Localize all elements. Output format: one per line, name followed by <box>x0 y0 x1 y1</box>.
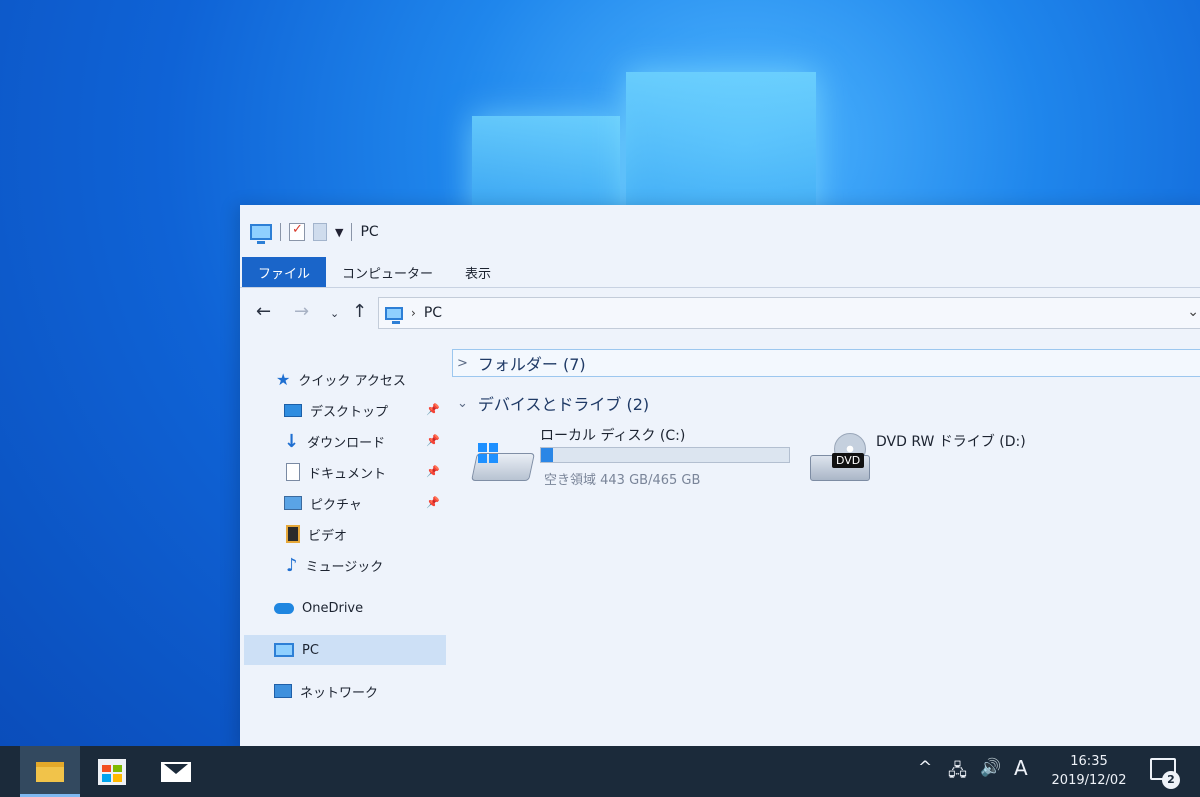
chevron-down-icon: ⌄ <box>457 395 468 411</box>
devices-group-label: デバイスとドライブ (2) <box>477 395 650 414</box>
sidebar-item-onedrive[interactable]: OneDrive <box>274 594 363 622</box>
sidebar-item-desktop[interactable]: デスクトップ <box>284 396 444 424</box>
music-icon: ♪ <box>286 554 298 576</box>
mail-icon <box>161 761 191 782</box>
drive-usage-bar <box>540 447 790 463</box>
clock-time: 16:35 <box>1070 754 1108 769</box>
forward-arrow-icon[interactable]: → <box>294 301 309 322</box>
ime-indicator[interactable]: A <box>1014 756 1028 780</box>
back-arrow-icon[interactable]: ← <box>256 301 271 322</box>
sidebar-item-videos[interactable]: ビデオ <box>286 520 347 548</box>
dvd-badge: DVD <box>832 453 865 468</box>
network-status-icon[interactable]: 🖧 <box>948 758 967 787</box>
drive-name: DVD RW ドライブ (D:) <box>876 434 1026 450</box>
ribbon-tabs: ファイル コンピューター 表示 <box>240 257 1200 287</box>
pin-icon[interactable]: 📌 <box>426 403 440 416</box>
volume-icon[interactable]: 🔊 <box>980 758 1001 778</box>
sidebar-item-label: クイック アクセス <box>298 373 406 389</box>
window-title: PC <box>360 224 379 240</box>
sidebar-item-quick-access[interactable]: ★ クイック アクセス <box>276 365 406 393</box>
sidebar-item-pictures[interactable]: ピクチャ <box>284 489 362 517</box>
notification-count-badge: 2 <box>1162 771 1180 789</box>
pin-icon[interactable]: 📌 <box>426 496 440 509</box>
sidebar-item-downloads[interactable]: ↓ ダウンロード <box>284 427 385 455</box>
download-icon: ↓ <box>284 430 300 452</box>
document-icon <box>286 463 300 481</box>
pc-icon <box>385 306 403 324</box>
pin-icon[interactable]: 📌 <box>426 434 440 447</box>
taskbar: ^ 🖧 🔊 A 16:35 2019/12/02 2 <box>0 746 1200 797</box>
store-icon <box>98 758 126 785</box>
navigation-bar: ← → ⌄ ↑ › PC ⌄ <box>240 295 1200 329</box>
pin-icon[interactable]: 📌 <box>426 465 440 478</box>
devices-group-header[interactable]: ⌄ デバイスとドライブ (2) <box>452 389 649 417</box>
sidebar-item-music[interactable]: ♪ ミュージック <box>286 551 383 579</box>
new-folder-icon[interactable] <box>313 223 327 241</box>
video-icon <box>286 525 300 543</box>
file-explorer-window: ▼ PC ファイル コンピューター 表示 ← → ⌄ ↑ › PC ⌄ ★ クイ… <box>240 205 1200 750</box>
windows-logo-icon <box>478 443 498 463</box>
folders-group-label: フォルダー (7) <box>477 355 586 374</box>
sidebar-item-network[interactable]: ネットワーク <box>274 677 378 705</box>
breadcrumb-separator-icon[interactable]: › <box>411 306 416 320</box>
clock[interactable]: 16:35 2019/12/02 <box>1044 752 1134 790</box>
drive-c[interactable]: ローカル ディスク (C:) 空き領域 443 GB/465 GB <box>471 425 802 488</box>
folders-group-header[interactable]: > フォルダー (7) <box>452 349 1200 377</box>
this-pc-icon <box>250 224 272 244</box>
recent-locations-icon[interactable]: ⌄ <box>330 307 339 320</box>
sidebar-item-label: ネットワーク <box>300 685 379 701</box>
chevron-right-icon: > <box>457 355 468 371</box>
sidebar-item-label: ダウンロード <box>307 435 386 451</box>
quick-access-toolbar: ▼ PC <box>250 222 379 244</box>
folder-icon <box>36 761 64 782</box>
taskbar-file-explorer[interactable] <box>20 746 80 797</box>
network-icon <box>274 684 292 698</box>
tab-file[interactable]: ファイル <box>242 257 327 287</box>
desktop-icon <box>284 403 302 417</box>
star-icon: ★ <box>276 369 291 389</box>
sidebar-item-documents[interactable]: ドキュメント <box>286 458 386 486</box>
sidebar-item-label: ビデオ <box>308 528 348 544</box>
sidebar-item-label: PC <box>302 642 319 658</box>
drive-name: ローカル ディスク (C:) <box>540 428 686 444</box>
sidebar-item-label: ピクチャ <box>310 497 362 513</box>
title-bar: ▼ PC <box>240 205 1200 257</box>
properties-icon[interactable] <box>289 222 305 241</box>
address-bar[interactable]: › PC ⌄ <box>378 297 1200 329</box>
show-hidden-icons-icon[interactable]: ^ <box>918 758 932 778</box>
drive-d[interactable]: DVD DVD RW ドライブ (D:) <box>808 425 1068 485</box>
address-dropdown-icon[interactable]: ⌄ <box>1187 304 1199 320</box>
pc-icon <box>274 643 294 657</box>
sidebar-item-label: OneDrive <box>302 600 364 616</box>
cloud-icon <box>274 602 294 614</box>
sidebar-item-label: ドキュメント <box>308 466 387 482</box>
drive-free-space: 空き領域 443 GB/465 GB <box>544 473 701 488</box>
tab-computer[interactable]: コンピューター <box>326 257 449 287</box>
pictures-icon <box>284 496 302 510</box>
sidebar-item-label: デスクトップ <box>310 404 389 420</box>
customize-toolbar-icon[interactable]: ▼ <box>335 226 343 239</box>
taskbar-store[interactable] <box>82 746 142 797</box>
taskbar-mail[interactable] <box>146 746 206 797</box>
clock-date: 2019/12/02 <box>1051 773 1127 788</box>
sidebar-item-pc[interactable]: PC <box>244 635 446 665</box>
up-arrow-icon[interactable]: ↑ <box>352 301 367 322</box>
drive-usage-fill <box>541 448 553 462</box>
tab-view[interactable]: 表示 <box>449 257 507 287</box>
breadcrumb-pc[interactable]: PC <box>424 305 442 321</box>
windows-wallpaper-logo <box>470 66 818 216</box>
sidebar-item-label: ミュージック <box>305 559 384 575</box>
